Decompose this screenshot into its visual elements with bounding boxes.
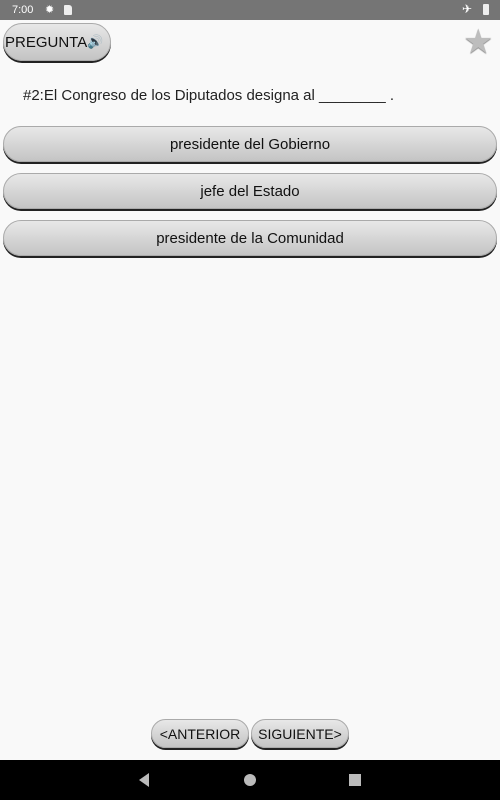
question-button-label: PREGUNTA [5,33,88,51]
question-text: #2:El Congreso de los Diputados designa … [23,87,395,104]
answer-option-2[interactable]: jefe del Estado [3,173,497,209]
option-label: presidente de la Comunidad [156,229,344,247]
answer-option-1[interactable]: presidente del Gobierno [3,126,497,162]
answer-options: presidente del Gobierno jefe del Estado … [3,126,497,267]
back-icon[interactable] [139,773,149,787]
home-icon[interactable] [244,774,256,786]
next-button[interactable]: SIGUIENTE> [251,719,349,748]
speaker-icon: 🔊 [87,34,104,49]
system-navigation-bar [0,760,500,800]
status-time: 7:00 [12,4,34,16]
previous-button[interactable]: <ANTERIOR [151,719,249,748]
option-label: presidente del Gobierno [169,135,331,153]
status-bar: 7:00 ✹ ✈ [0,0,500,20]
favorite-star-icon[interactable]: ★ [463,25,493,59]
battery-icon [483,4,489,15]
sim-card-icon [64,5,72,15]
airplane-mode-icon: ✈ [462,2,473,16]
recents-icon[interactable] [349,774,361,786]
read-question-button[interactable]: PREGUNTA 🔊 [3,23,111,61]
gear-icon: ✹ [45,4,55,16]
option-label: jefe del Estado [200,182,300,200]
answer-option-3[interactable]: presidente de la Comunidad [3,220,497,256]
